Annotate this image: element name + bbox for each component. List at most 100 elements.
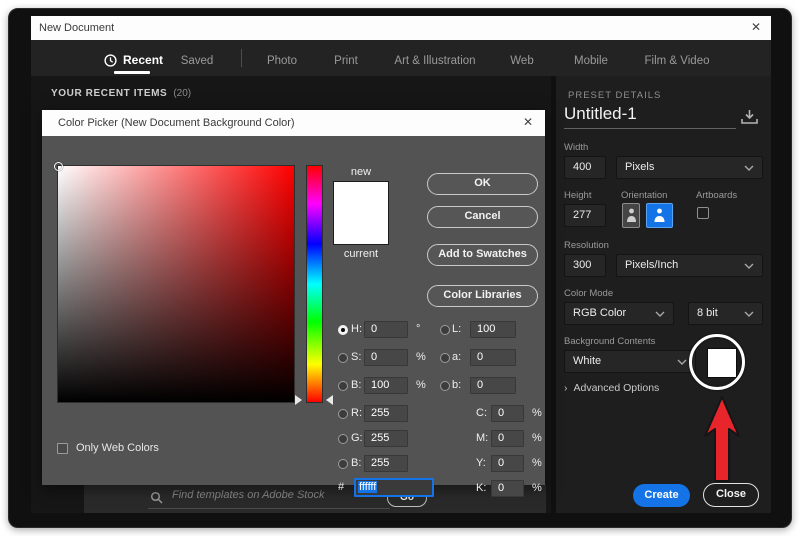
red-radio[interactable]: [338, 409, 348, 419]
chevron-down-icon: [744, 263, 754, 269]
advanced-options-toggle[interactable]: ›Advanced Options: [564, 382, 659, 394]
tab-film-video[interactable]: Film & Video: [645, 55, 710, 67]
lab-b-input[interactable]: 0: [470, 377, 516, 394]
lab-b-radio[interactable]: [440, 381, 450, 391]
cancel-button[interactable]: Cancel: [427, 206, 538, 228]
hue-slider-handle-left[interactable]: [295, 395, 302, 405]
save-preset-icon[interactable]: [740, 109, 759, 126]
chevron-down-icon: [655, 311, 665, 317]
tab-art-illustration[interactable]: Art & Illustration: [394, 55, 475, 67]
resolution-input[interactable]: 300: [564, 254, 606, 277]
cyan-input[interactable]: 0: [491, 405, 524, 422]
brightness-unit: %: [416, 379, 426, 391]
lab-l-input[interactable]: 100: [470, 321, 516, 338]
ok-button[interactable]: OK: [427, 173, 538, 195]
lab-a-input[interactable]: 0: [470, 349, 516, 366]
new-color-label: new: [333, 166, 389, 178]
color-mode-dropdown[interactable]: RGB Color: [564, 302, 674, 325]
lab-l-label: L:: [452, 323, 461, 335]
window-close-icon[interactable]: ✕: [751, 20, 761, 34]
hue-unit: °: [416, 323, 420, 335]
lab-b-label: b:: [452, 379, 461, 391]
color-selection-marker[interactable]: [54, 162, 63, 171]
yellow-label: Y:: [476, 457, 486, 469]
height-label: Height: [564, 190, 591, 201]
saturation-radio[interactable]: [338, 353, 348, 363]
color-picker-title: Color Picker (New Document Background Co…: [42, 117, 295, 129]
green-radio[interactable]: [338, 434, 348, 444]
black-label: K:: [476, 482, 486, 494]
add-to-swatches-button[interactable]: Add to Swatches: [427, 244, 538, 266]
resolution-unit-dropdown[interactable]: Pixels/Inch: [616, 254, 763, 277]
hex-input[interactable]: ffffff: [354, 478, 434, 497]
create-button[interactable]: Create: [633, 484, 690, 507]
red-input[interactable]: 255: [364, 405, 408, 422]
only-web-colors-option[interactable]: Only Web Colors: [57, 442, 159, 454]
saturation-unit: %: [416, 351, 426, 363]
annotation-highlight-circle: [689, 334, 745, 390]
color-mode-value: RGB Color: [573, 307, 626, 319]
tab-photo[interactable]: Photo: [267, 55, 297, 67]
orientation-label: Orientation: [621, 190, 667, 201]
tab-mobile[interactable]: Mobile: [574, 55, 608, 67]
only-web-colors-checkbox[interactable]: [57, 443, 68, 454]
screenshot-root: New Document ✕ Recent Saved Photo Print …: [0, 0, 800, 536]
resolution-unit-value: Pixels/Inch: [625, 259, 678, 271]
lab-l-radio[interactable]: [440, 325, 450, 335]
red-label: R:: [351, 407, 362, 419]
yellow-input[interactable]: 0: [491, 455, 524, 472]
bit-depth-dropdown[interactable]: 8 bit: [688, 302, 763, 325]
width-unit-value: Pixels: [625, 161, 654, 173]
artboards-checkbox[interactable]: [697, 207, 709, 219]
brightness-label: B:: [351, 379, 361, 391]
saturation-input[interactable]: 0: [364, 349, 408, 366]
hue-slider-handle-right[interactable]: [326, 395, 333, 405]
width-input[interactable]: 400: [564, 156, 606, 179]
blue-radio[interactable]: [338, 459, 348, 469]
active-tab-underline: [114, 71, 150, 74]
background-contents-value: White: [573, 355, 601, 367]
tab-saved[interactable]: Saved: [181, 55, 214, 67]
saturation-label: S:: [351, 351, 361, 363]
annotation-arrow-up-icon: [703, 395, 741, 483]
window-titlebar: New Document ✕: [31, 16, 771, 40]
black-input[interactable]: 0: [491, 480, 524, 497]
current-color-label: current: [333, 248, 389, 260]
width-label: Width: [564, 142, 588, 153]
tab-recent-label: Recent: [123, 53, 163, 67]
orientation-landscape-icon[interactable]: [646, 203, 673, 228]
tab-print[interactable]: Print: [334, 55, 358, 67]
lab-a-radio[interactable]: [440, 353, 450, 363]
color-libraries-button[interactable]: Color Libraries: [427, 285, 538, 307]
only-web-colors-label: Only Web Colors: [76, 442, 159, 454]
recent-items-header: YOUR RECENT ITEMS(20): [51, 88, 191, 99]
hex-value: ffffff: [358, 481, 377, 493]
hue-radio[interactable]: [338, 325, 348, 335]
color-picker-titlebar: Color Picker (New Document Background Co…: [42, 110, 545, 136]
color-mode-label: Color Mode: [564, 288, 613, 299]
tab-web[interactable]: Web: [510, 55, 533, 67]
green-input[interactable]: 255: [364, 430, 408, 447]
chevron-down-icon: [744, 311, 754, 317]
blue-label: B:: [351, 457, 361, 469]
background-contents-dropdown[interactable]: White: [564, 350, 696, 373]
close-button[interactable]: Close: [703, 483, 759, 507]
tab-recent[interactable]: Recent: [104, 53, 163, 67]
saturation-brightness-field[interactable]: [57, 165, 295, 403]
hue-input[interactable]: 0: [364, 321, 408, 338]
orientation-portrait-icon[interactable]: [622, 203, 640, 228]
magenta-input[interactable]: 0: [491, 430, 524, 447]
hue-slider[interactable]: [306, 165, 323, 403]
window-title: New Document: [31, 22, 114, 34]
category-tabbar: Recent Saved Photo Print Art & Illustrat…: [31, 40, 771, 76]
black-unit: %: [532, 482, 542, 494]
recent-items-count: (20): [173, 88, 191, 99]
document-name-field[interactable]: Untitled-1: [564, 104, 736, 129]
blue-input[interactable]: 255: [364, 455, 408, 472]
width-unit-dropdown[interactable]: Pixels: [616, 156, 763, 179]
brightness-radio[interactable]: [338, 381, 348, 391]
brightness-input[interactable]: 100: [364, 377, 408, 394]
height-input[interactable]: 277: [564, 204, 606, 227]
color-picker-close-icon[interactable]: ✕: [523, 115, 533, 129]
resolution-label: Resolution: [564, 240, 609, 251]
